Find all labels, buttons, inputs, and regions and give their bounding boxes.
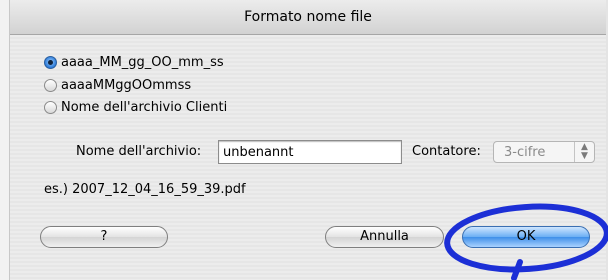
highlight-circle-annotation — [444, 203, 608, 280]
